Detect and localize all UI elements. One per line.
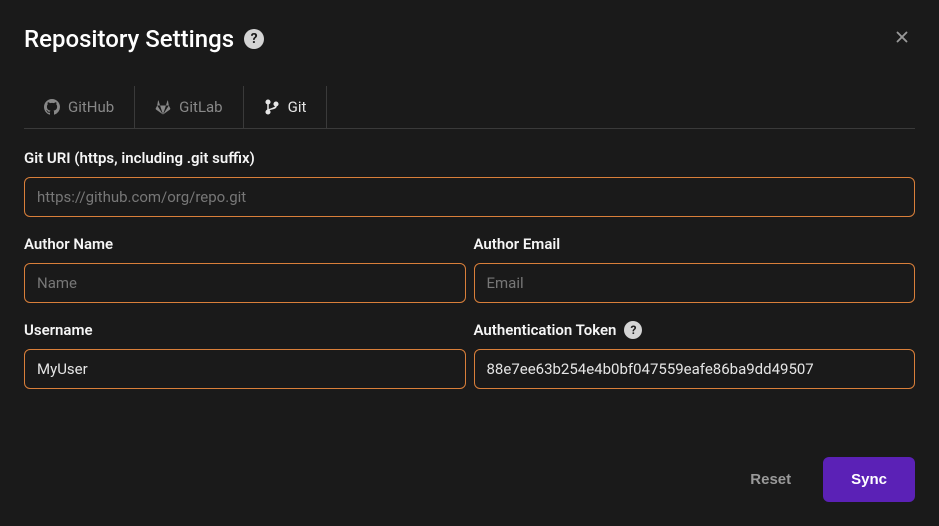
git-uri-input[interactable] bbox=[24, 177, 915, 217]
author-row: Author Name Author Email bbox=[24, 235, 915, 303]
tab-github[interactable]: GitHub bbox=[24, 86, 135, 128]
title-wrap: Repository Settings ? bbox=[24, 25, 264, 53]
tab-label: GitLab bbox=[179, 98, 222, 116]
modal-footer: Reset Sync bbox=[24, 437, 915, 502]
modal-title: Repository Settings bbox=[24, 25, 234, 53]
help-icon[interactable]: ? bbox=[624, 321, 642, 339]
git-uri-field: Git URI (https, including .git suffix) bbox=[24, 149, 915, 217]
author-email-input[interactable] bbox=[474, 263, 916, 303]
auth-token-input[interactable] bbox=[474, 349, 916, 389]
help-icon[interactable]: ? bbox=[244, 29, 264, 49]
tab-gitlab[interactable]: GitLab bbox=[135, 86, 243, 128]
git-settings-form: Git URI (https, including .git suffix) A… bbox=[24, 149, 915, 437]
close-icon bbox=[893, 26, 911, 51]
tab-git[interactable]: Git bbox=[244, 86, 328, 128]
sync-button[interactable]: Sync bbox=[823, 457, 915, 502]
username-input[interactable] bbox=[24, 349, 466, 389]
tab-label: GitHub bbox=[68, 98, 114, 116]
author-name-input[interactable] bbox=[24, 263, 466, 303]
username-label: Username bbox=[24, 321, 466, 339]
provider-tabs: GitHub GitLab Git bbox=[24, 86, 915, 129]
close-button[interactable] bbox=[889, 24, 915, 54]
author-email-label: Author Email bbox=[474, 235, 916, 253]
author-name-label: Author Name bbox=[24, 235, 466, 253]
author-name-field: Author Name bbox=[24, 235, 466, 303]
username-field: Username bbox=[24, 321, 466, 389]
repository-settings-modal: Repository Settings ? GitHub GitLab G bbox=[0, 0, 939, 526]
tab-label: Git bbox=[288, 98, 307, 116]
gitlab-icon bbox=[155, 99, 171, 115]
git-branch-icon bbox=[264, 99, 280, 115]
auth-token-label: Authentication Token bbox=[474, 321, 617, 339]
auth-token-field: Authentication Token ? bbox=[474, 321, 916, 389]
author-email-field: Author Email bbox=[474, 235, 916, 303]
modal-header: Repository Settings ? bbox=[24, 24, 915, 54]
reset-button[interactable]: Reset bbox=[734, 459, 807, 500]
github-icon bbox=[44, 99, 60, 115]
credentials-row: Username Authentication Token ? bbox=[24, 321, 915, 389]
auth-token-label-wrap: Authentication Token ? bbox=[474, 321, 916, 339]
git-uri-label: Git URI (https, including .git suffix) bbox=[24, 149, 915, 167]
